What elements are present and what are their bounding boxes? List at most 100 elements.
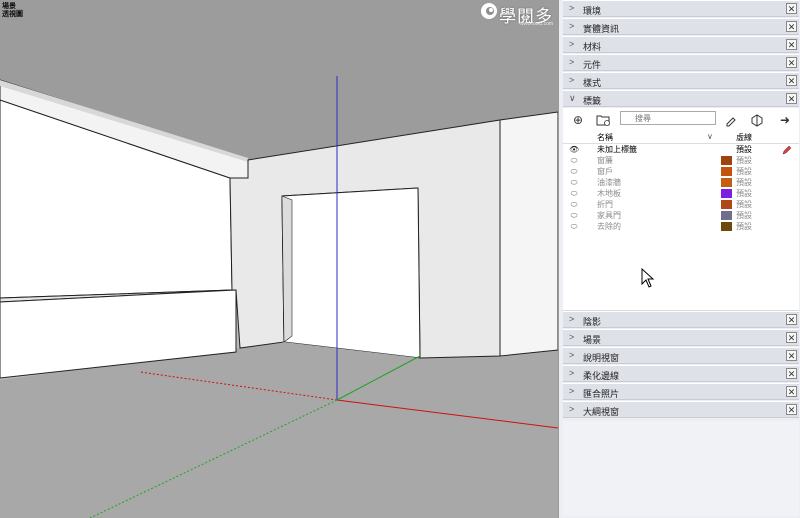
search-input[interactable] bbox=[620, 111, 716, 125]
tray-label: 說明視窗 bbox=[583, 353, 620, 363]
eye-closed-icon[interactable]: ⬭ bbox=[569, 155, 579, 166]
tag-name[interactable]: 去除的 bbox=[597, 221, 621, 232]
close-icon[interactable]: ✕ bbox=[786, 404, 797, 415]
eye-open-icon[interactable]: 👁 bbox=[569, 144, 579, 155]
close-icon[interactable]: ✕ bbox=[786, 386, 797, 397]
tag-dash[interactable]: 預設 bbox=[736, 188, 752, 199]
column-name[interactable]: 名稱 bbox=[597, 132, 613, 143]
tag-dash[interactable]: 預設 bbox=[736, 199, 752, 210]
tray-label: 柔化邊線 bbox=[583, 371, 620, 381]
color-by-tag-icon[interactable] bbox=[749, 112, 765, 128]
logo: 學閱多 www.xxxd.com bbox=[480, 2, 558, 27]
close-icon[interactable]: ✕ bbox=[786, 57, 797, 68]
chevron-right-icon: > bbox=[569, 314, 575, 324]
door-jamb bbox=[281, 195, 293, 343]
tag-row[interactable]: ⬭ 木地板 預設 bbox=[563, 188, 799, 199]
camera-label: 透視圖 bbox=[2, 11, 23, 18]
logo-icon bbox=[481, 3, 497, 19]
paint-tool-icon[interactable] bbox=[723, 112, 739, 128]
tag-name[interactable]: 窗簾 bbox=[597, 155, 613, 166]
eye-closed-icon[interactable]: ⬭ bbox=[569, 221, 579, 232]
eye-closed-icon[interactable]: ⬭ bbox=[569, 188, 579, 199]
tray-label: 元件 bbox=[583, 60, 602, 70]
close-icon[interactable]: ✕ bbox=[786, 368, 797, 379]
tray-label: 環境 bbox=[583, 6, 602, 16]
close-icon[interactable]: ✕ bbox=[786, 93, 797, 104]
chevron-right-icon: > bbox=[569, 350, 575, 360]
tag-dash[interactable]: 預設 bbox=[736, 221, 752, 232]
tray-instructor[interactable]: > 說明視窗 ✕ bbox=[563, 347, 799, 364]
tray-label: 匯合照片 bbox=[583, 389, 620, 399]
tag-color-swatch[interactable] bbox=[721, 200, 732, 209]
chevron-right-icon: > bbox=[569, 39, 575, 49]
door-opening bbox=[281, 187, 421, 359]
3d-viewport[interactable]: 場景 透視圖 學閱多 www.xxxd.com bbox=[0, 0, 558, 518]
tag-color-swatch[interactable] bbox=[721, 178, 732, 187]
tag-name[interactable]: 油漆牆 bbox=[597, 177, 621, 188]
tag-row[interactable]: ⬭ 窗戶 預設 bbox=[563, 166, 799, 177]
tag-color-swatch[interactable] bbox=[721, 156, 732, 165]
tag-dash[interactable]: 預設 bbox=[736, 210, 752, 221]
tray-match-photo[interactable]: > 匯合照片 ✕ bbox=[563, 383, 799, 400]
tag-name[interactable]: 家具門 bbox=[597, 210, 621, 221]
close-icon[interactable]: ✕ bbox=[786, 314, 797, 325]
pencil-icon bbox=[782, 145, 792, 155]
sort-chevron-icon[interactable]: ∨ bbox=[707, 132, 713, 141]
tag-row[interactable]: ⬭ 油漆牆 預設 bbox=[563, 177, 799, 188]
tags-panel: ⊕ ⚲ ➜ 名稱 ∨ 虛線 👁 未加上標籤 預設 ⬭ bbox=[563, 108, 799, 311]
tag-row[interactable]: ⬭ 去除的 預設 bbox=[563, 221, 799, 232]
tag-row[interactable]: 👁 未加上標籤 預設 bbox=[563, 144, 799, 155]
tray-label: 樣式 bbox=[583, 78, 602, 88]
tag-color-swatch[interactable] bbox=[721, 222, 732, 231]
chevron-right-icon: > bbox=[569, 21, 575, 31]
eye-closed-icon[interactable]: ⬭ bbox=[569, 177, 579, 188]
tray-soften-edges[interactable]: > 柔化邊線 ✕ bbox=[563, 365, 799, 382]
column-dash[interactable]: 虛線 bbox=[736, 132, 752, 143]
tag-name[interactable]: 折門 bbox=[597, 199, 613, 210]
tag-color-swatch[interactable] bbox=[721, 167, 732, 176]
tray-scenes[interactable]: > 場景 ✕ bbox=[563, 329, 799, 346]
scene-model bbox=[0, 0, 558, 518]
close-icon[interactable]: ✕ bbox=[786, 39, 797, 50]
tray-label: 實體資訊 bbox=[583, 24, 620, 34]
mouse-cursor-icon bbox=[641, 268, 655, 288]
tag-dash[interactable]: 預設 bbox=[736, 166, 752, 177]
close-icon[interactable]: ✕ bbox=[786, 75, 797, 86]
tag-row[interactable]: ⬭ 折門 預設 bbox=[563, 199, 799, 210]
tag-dash[interactable]: 預設 bbox=[736, 155, 752, 166]
tray-tags[interactable]: ∨ 標籤 ✕ bbox=[563, 90, 799, 107]
add-tag-folder-icon[interactable] bbox=[595, 112, 611, 128]
details-arrow-icon[interactable]: ➜ bbox=[777, 112, 793, 128]
tray-label: 材料 bbox=[583, 42, 602, 52]
tag-name[interactable]: 未加上標籤 bbox=[597, 144, 637, 155]
tag-dash[interactable]: 預設 bbox=[736, 144, 752, 155]
tag-dash[interactable]: 預設 bbox=[736, 177, 752, 188]
close-icon[interactable]: ✕ bbox=[786, 3, 797, 14]
chevron-right-icon: > bbox=[569, 404, 575, 414]
default-tray-panel: > 環境 ✕ > 實體資訊 ✕ > 材料 ✕ > 元件 ✕ > 樣式 ✕ ∨ 標… bbox=[558, 0, 800, 518]
close-icon[interactable]: ✕ bbox=[786, 350, 797, 361]
chevron-down-icon: ∨ bbox=[569, 93, 576, 103]
tag-name[interactable]: 木地板 bbox=[597, 188, 621, 199]
tag-color-swatch[interactable] bbox=[721, 189, 732, 198]
add-tag-icon[interactable]: ⊕ bbox=[570, 112, 586, 128]
tray-components[interactable]: > 元件 ✕ bbox=[563, 54, 799, 71]
close-icon[interactable]: ✕ bbox=[786, 21, 797, 32]
tag-color-swatch[interactable] bbox=[721, 211, 732, 220]
tag-row[interactable]: ⬭ 窗簾 預設 bbox=[563, 155, 799, 166]
tray-outliner[interactable]: > 大綱視窗 ✕ bbox=[563, 401, 799, 418]
tray-label: 場景 bbox=[583, 335, 602, 345]
tray-materials[interactable]: > 材料 ✕ bbox=[563, 36, 799, 53]
eye-closed-icon[interactable]: ⬭ bbox=[569, 210, 579, 221]
tray-entity-info[interactable]: > 實體資訊 ✕ bbox=[563, 18, 799, 35]
tray-environment[interactable]: > 環境 ✕ bbox=[563, 0, 799, 17]
eye-closed-icon[interactable]: ⬭ bbox=[569, 166, 579, 177]
close-icon[interactable]: ✕ bbox=[786, 332, 797, 343]
tray-shadows[interactable]: > 陰影 ✕ bbox=[563, 311, 799, 328]
tag-list-header: 名稱 ∨ 虛線 bbox=[563, 132, 799, 144]
chevron-right-icon: > bbox=[569, 57, 575, 67]
tag-name[interactable]: 窗戶 bbox=[597, 166, 613, 177]
eye-closed-icon[interactable]: ⬭ bbox=[569, 199, 579, 210]
tray-styles[interactable]: > 樣式 ✕ bbox=[563, 72, 799, 89]
tag-row[interactable]: ⬭ 家具門 預設 bbox=[563, 210, 799, 221]
